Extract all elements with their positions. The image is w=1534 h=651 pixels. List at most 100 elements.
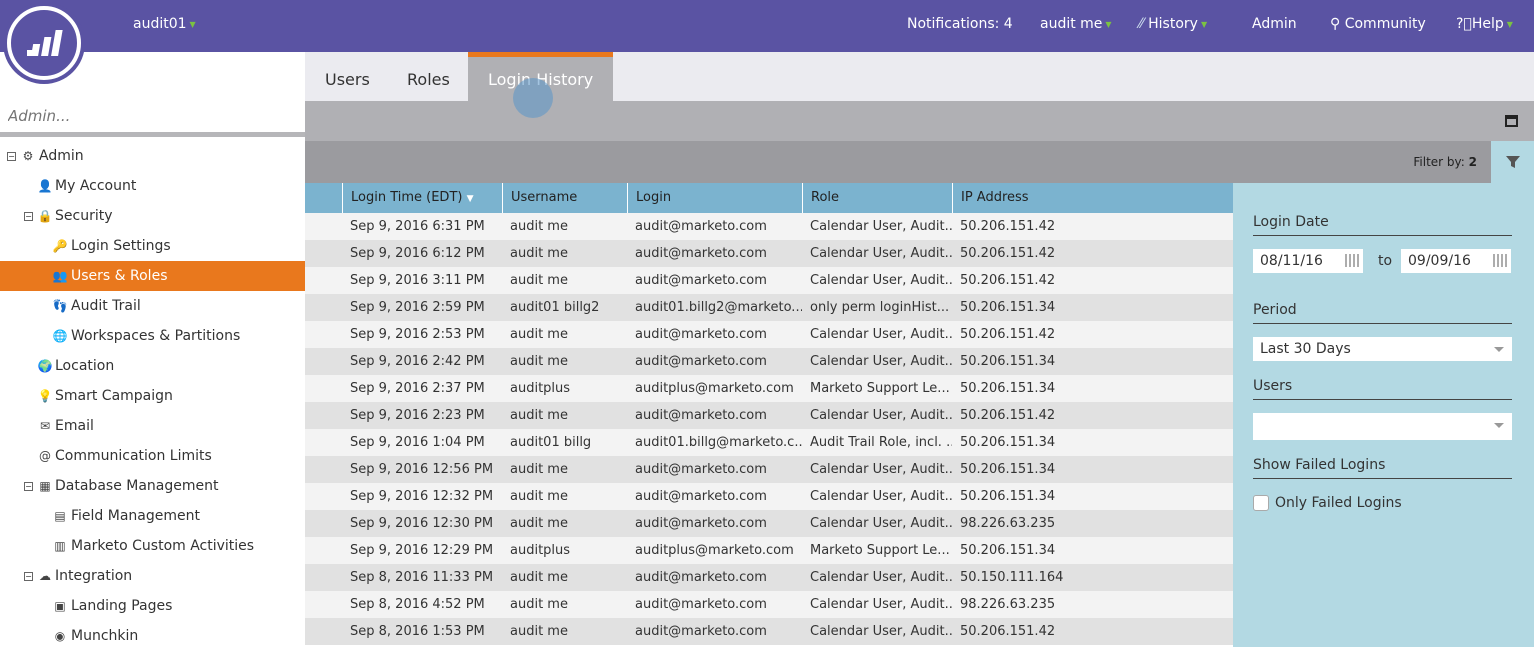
cell-login-time: Sep 9, 2016 6:31 PM xyxy=(350,219,485,234)
table-row[interactable]: Sep 9, 2016 2:23 PM audit me audit@marketo… xyxy=(305,402,1233,429)
admin-search-input[interactable] xyxy=(0,100,305,137)
users-select[interactable] xyxy=(1253,413,1512,440)
cell-role: Calendar User, Audit... xyxy=(810,327,952,342)
cell-username: audit01 billg xyxy=(510,435,592,450)
to-date-input[interactable]: 09/09/16 xyxy=(1401,249,1511,273)
row-spacer xyxy=(305,267,342,294)
tab-users[interactable]: Users xyxy=(305,52,390,101)
globe-icon: 🌐 xyxy=(52,329,68,343)
column-header-ip-address[interactable]: IP Address xyxy=(952,183,1233,213)
sidebar-item-label: My Account xyxy=(55,178,137,194)
workspace-selector[interactable]: audit01 ▼ xyxy=(133,16,196,32)
users-icon: 👥 xyxy=(52,269,68,283)
collapse-icon[interactable]: − xyxy=(24,482,33,491)
user-menu[interactable]: audit me ▼ xyxy=(1040,16,1112,32)
table-row[interactable]: Sep 9, 2016 1:04 PM audit01 billg audit01.… xyxy=(305,429,1233,456)
row-spacer xyxy=(305,537,342,564)
row-spacer xyxy=(305,294,342,321)
cell-username: audit me xyxy=(510,219,568,234)
table-row[interactable]: Sep 9, 2016 6:31 PM audit me audit@marketo… xyxy=(305,213,1233,240)
sidebar-item-email[interactable]: ✉ Email xyxy=(0,411,305,441)
field-icon: ▤ xyxy=(54,509,66,523)
table-row[interactable]: Sep 9, 2016 2:42 PM audit me audit@marketo… xyxy=(305,348,1233,375)
sidebar-item-smart-campaign[interactable]: 💡 Smart Campaign xyxy=(0,381,305,411)
collapse-icon[interactable]: − xyxy=(7,152,16,161)
sidebar-item-marketo-custom-activities[interactable]: ▥ Marketo Custom Activities xyxy=(0,531,305,561)
sidebar-item-security[interactable]: − 🔒 Security xyxy=(0,201,305,231)
period-select[interactable]: Last 30 Days xyxy=(1253,337,1512,361)
tab-bar: Users Roles Login History xyxy=(305,52,1534,101)
cell-role: Calendar User, Audit... xyxy=(810,408,952,423)
show-failed-heading: Show Failed Logins xyxy=(1253,457,1512,479)
cell-login-time: Sep 9, 2016 2:53 PM xyxy=(350,327,485,342)
table-row[interactable]: Sep 9, 2016 2:53 PM audit me audit@marketo… xyxy=(305,321,1233,348)
cell-login: audit@marketo.com xyxy=(635,462,767,477)
calendar-icon[interactable] xyxy=(1493,254,1507,267)
column-header-role[interactable]: Role xyxy=(802,183,952,213)
sidebar-item-integration[interactable]: − ☁ Integration xyxy=(0,561,305,591)
table-row[interactable]: Sep 9, 2016 2:59 PM audit01 billg2 audit01… xyxy=(305,294,1233,321)
community-link[interactable]: ⚲ Community xyxy=(1330,16,1426,32)
sidebar-item-admin[interactable]: − ⚙ Admin xyxy=(0,141,305,171)
landing-page-icon: ▣ xyxy=(54,599,66,613)
maximize-icon[interactable] xyxy=(1505,115,1518,127)
filter-icon[interactable] xyxy=(1491,141,1534,183)
sidebar-item-field-management[interactable]: ▤ Field Management xyxy=(0,501,305,531)
column-header-login[interactable]: Login xyxy=(627,183,802,213)
community-icon: ⚲ xyxy=(1330,16,1341,32)
sort-desc-icon: ▼ xyxy=(466,194,474,204)
sidebar-item-my-account[interactable]: 👤 My Account xyxy=(0,171,305,201)
cell-ip-address: 50.206.151.34 xyxy=(960,489,1056,504)
cell-login-time: Sep 9, 2016 12:30 PM xyxy=(350,516,494,531)
table-row[interactable]: Sep 9, 2016 12:56 PM audit me audit@market… xyxy=(305,456,1233,483)
sidebar-item-label: Location xyxy=(55,358,115,374)
row-spacer xyxy=(305,348,342,375)
help-menu[interactable]: ?⃝Help ▼ xyxy=(1456,16,1513,32)
collapse-icon[interactable]: − xyxy=(24,572,33,581)
marketo-logo[interactable] xyxy=(7,6,81,80)
cell-role: Calendar User, Audit... xyxy=(810,489,952,504)
cell-ip-address: 50.206.151.42 xyxy=(960,327,1056,342)
cell-login: audit@marketo.com xyxy=(635,624,767,639)
sidebar-item-database-management[interactable]: − ▦ Database Management xyxy=(0,471,305,501)
history-menu[interactable]: ⁄⁄ History ▼ xyxy=(1139,16,1207,32)
column-header-username[interactable]: Username xyxy=(502,183,627,213)
table-row[interactable]: Sep 8, 2016 1:53 PM audit me audit@marketo… xyxy=(305,618,1233,645)
cell-login-time: Sep 9, 2016 1:04 PM xyxy=(350,435,485,450)
cell-username: audit me xyxy=(510,327,568,342)
row-spacer xyxy=(305,213,342,240)
sidebar-item-audit-trail[interactable]: 👣 Audit Trail xyxy=(0,291,305,321)
table-row[interactable]: Sep 8, 2016 4:52 PM audit me audit@marketo… xyxy=(305,591,1233,618)
calendar-icon[interactable] xyxy=(1345,254,1359,267)
collapse-icon[interactable]: − xyxy=(24,212,33,221)
table-row[interactable]: Sep 9, 2016 12:30 PM audit me audit@market… xyxy=(305,510,1233,537)
from-date-input[interactable]: 08/11/16 xyxy=(1253,249,1363,273)
sidebar-item-landing-pages[interactable]: ▣ Landing Pages xyxy=(0,591,305,621)
cell-username: audit me xyxy=(510,273,568,288)
sidebar-item-location[interactable]: 🌍 Location xyxy=(0,351,305,381)
table-row[interactable]: Sep 8, 2016 11:33 PM audit me audit@market… xyxy=(305,564,1233,591)
table-row[interactable]: Sep 9, 2016 12:29 PM auditplus auditplus@m… xyxy=(305,537,1233,564)
table-row[interactable]: Sep 9, 2016 6:12 PM audit me audit@marketo… xyxy=(305,240,1233,267)
table-row[interactable]: Sep 9, 2016 3:11 PM audit me audit@marketo… xyxy=(305,267,1233,294)
sidebar-item-communication-limits[interactable]: @ Communication Limits xyxy=(0,441,305,471)
only-failed-checkbox[interactable] xyxy=(1253,495,1269,511)
sidebar-item-login-settings[interactable]: 🔑 Login Settings xyxy=(0,231,305,261)
cell-login-time: Sep 9, 2016 12:29 PM xyxy=(350,543,494,558)
to-date-value: 09/09/16 xyxy=(1408,253,1471,269)
admin-link[interactable]: Admin xyxy=(1252,16,1297,32)
user-label: audit me xyxy=(1040,16,1103,32)
sidebar-item-users-roles[interactable]: 👥 Users & Roles xyxy=(0,261,305,291)
toolbar xyxy=(305,101,1534,141)
notifications-link[interactable]: Notifications: 4 xyxy=(907,16,1013,32)
tab-roles[interactable]: Roles xyxy=(387,52,470,101)
table-row[interactable]: Sep 9, 2016 12:32 PM audit me audit@market… xyxy=(305,483,1233,510)
table-header: Login Time (EDT) ▼ Username Login Role I… xyxy=(305,183,1233,213)
sidebar-item-workspaces-partitions[interactable]: 🌐 Workspaces & Partitions xyxy=(0,321,305,351)
footprints-icon: 👣 xyxy=(52,299,68,313)
gear-icon: ⚙ xyxy=(22,149,34,163)
column-header-login-time[interactable]: Login Time (EDT) ▼ xyxy=(342,183,502,213)
chevron-down-icon: ▼ xyxy=(1200,19,1208,29)
table-row[interactable]: Sep 9, 2016 2:37 PM auditplus auditplus@ma… xyxy=(305,375,1233,402)
cell-ip-address: 50.206.151.34 xyxy=(960,354,1056,369)
